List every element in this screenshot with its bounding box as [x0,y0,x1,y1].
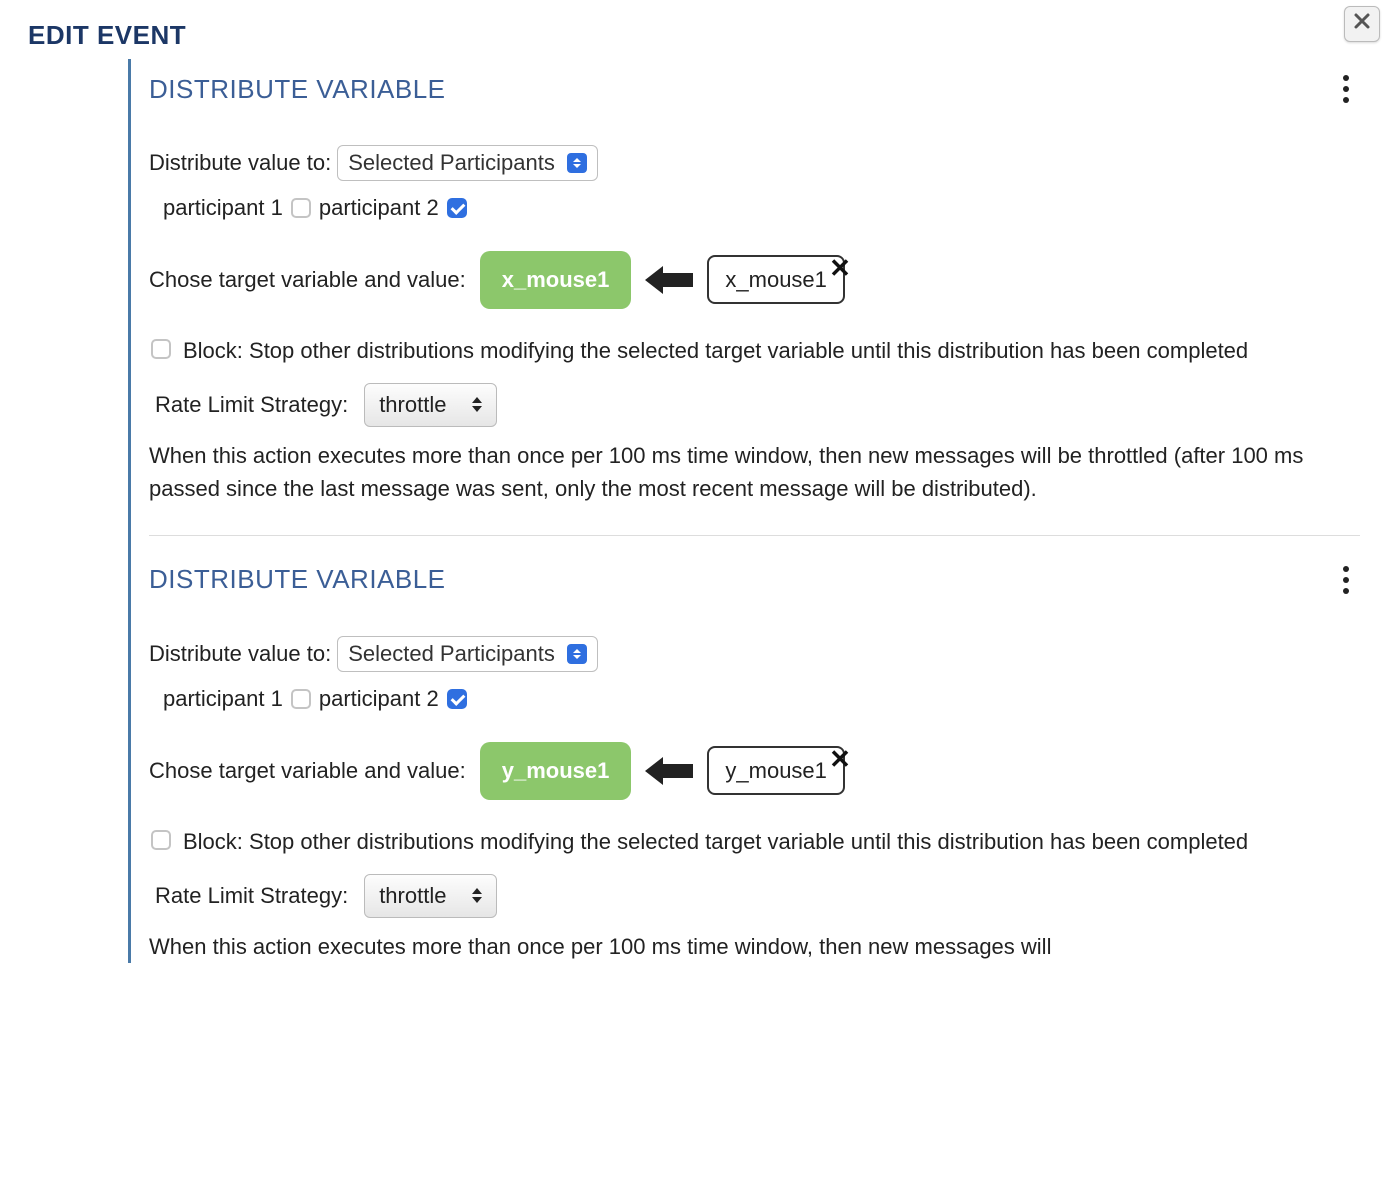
participant-label: participant 1 [163,686,283,712]
participant-label: participant 2 [319,195,439,221]
participant-label: participant 1 [163,195,283,221]
rate-limit-label: Rate Limit Strategy: [155,883,348,909]
rate-limit-value: throttle [379,883,446,909]
participant-label: participant 2 [319,686,439,712]
remove-value-button[interactable]: ✕ [829,746,851,772]
distribute-variable-section: DISTRIBUTE VARIABLE Distribute value to:… [149,564,1360,963]
distribute-to-label: Distribute value to: [149,641,331,667]
select-arrows-icon [567,644,587,664]
participant-2-checkbox[interactable] [447,198,467,218]
kebab-icon [1343,75,1349,81]
block-description: Block: Stop other distributions modifyin… [183,335,1248,367]
close-icon [1352,11,1372,37]
rate-limit-value: throttle [379,392,446,418]
target-variable-pill[interactable]: x_mouse1 [480,251,632,309]
rate-limit-description: When this action executes more than once… [149,439,1360,505]
rate-limit-label: Rate Limit Strategy: [155,392,348,418]
rate-limit-description: When this action executes more than once… [149,930,1360,963]
distribute-to-select[interactable]: Selected Participants [337,636,598,672]
section-menu-button[interactable] [1332,564,1360,596]
select-arrows-icon [472,397,482,412]
participant-1-checkbox[interactable] [291,689,311,709]
section-title: DISTRIBUTE VARIABLE [149,564,446,595]
page-title: EDIT EVENT [28,20,1360,51]
block-description: Block: Stop other distributions modifyin… [183,826,1248,858]
block-checkbox[interactable] [151,339,171,359]
select-arrows-icon [567,153,587,173]
participant-1-checkbox[interactable] [291,198,311,218]
arrow-left-icon [645,266,693,294]
section-divider [149,535,1360,536]
distribute-to-select[interactable]: Selected Participants [337,145,598,181]
kebab-icon [1343,566,1349,572]
select-arrows-icon [472,888,482,903]
section-menu-button[interactable] [1332,73,1360,105]
rate-limit-select[interactable]: throttle [364,383,497,427]
distribute-to-label: Distribute value to: [149,150,331,176]
target-variable-pill[interactable]: y_mouse1 [480,742,632,800]
target-variable-label: Chose target variable and value: [149,758,466,784]
participant-2-checkbox[interactable] [447,689,467,709]
close-button[interactable] [1344,6,1380,42]
target-variable-label: Chose target variable and value: [149,267,466,293]
block-checkbox[interactable] [151,830,171,850]
source-value-box[interactable]: y_mouse1 [707,746,845,795]
remove-value-button[interactable]: ✕ [829,255,851,281]
section-title: DISTRIBUTE VARIABLE [149,74,446,105]
event-actions-panel: DISTRIBUTE VARIABLE Distribute value to:… [128,59,1360,963]
distribute-variable-section: DISTRIBUTE VARIABLE Distribute value to:… [149,73,1360,505]
arrow-left-icon [645,757,693,785]
distribute-to-value: Selected Participants [348,641,555,667]
distribute-to-value: Selected Participants [348,150,555,176]
rate-limit-select[interactable]: throttle [364,874,497,918]
source-value-box[interactable]: x_mouse1 [707,255,845,304]
